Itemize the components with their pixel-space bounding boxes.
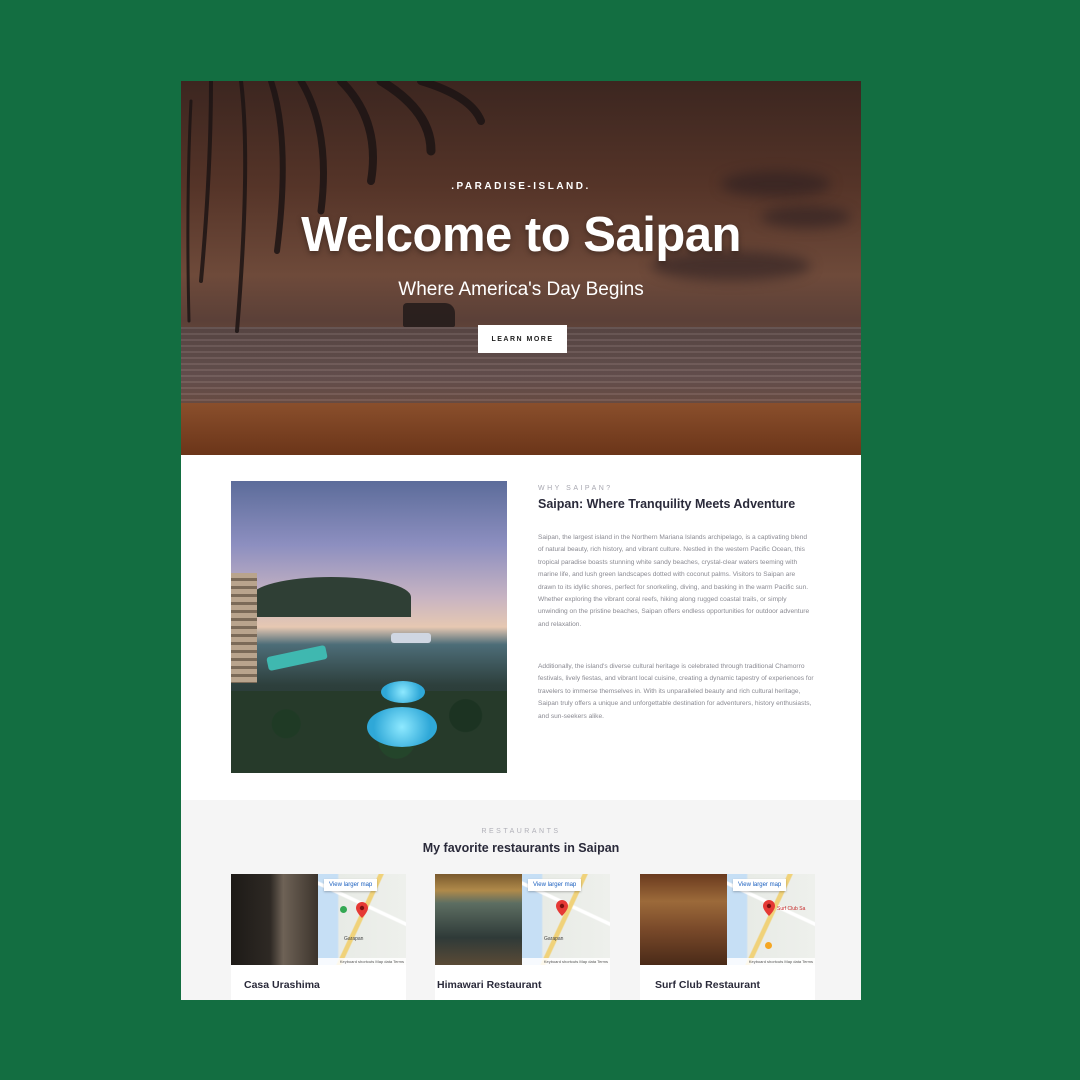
restaurant-name[interactable]: Himawari Restaurant bbox=[437, 979, 541, 991]
map-footer: Keyboard shortcuts Map data Terms bbox=[727, 958, 815, 965]
restaurant-photo bbox=[231, 874, 318, 965]
about-eyebrow: WHY SAIPAN? bbox=[538, 485, 613, 492]
view-larger-map-link[interactable]: View larger map bbox=[528, 879, 582, 891]
map-pin-icon[interactable] bbox=[356, 902, 368, 918]
page: .PARADISE-ISLAND. Welcome to Saipan Wher… bbox=[181, 81, 861, 1000]
map-pin-icon[interactable] bbox=[763, 900, 775, 916]
about-title: Saipan: Where Tranquility Meets Adventur… bbox=[538, 497, 796, 511]
map-pin-icon[interactable] bbox=[556, 900, 568, 916]
restaurant-card: View larger map Surf Club Sa Keyboard sh… bbox=[640, 874, 815, 1000]
restaurant-map[interactable]: View larger map Garapan Keyboard shortcu… bbox=[522, 874, 610, 965]
map-place-label: Garapan bbox=[544, 936, 564, 942]
restaurants-eyebrow: RESTAURANTS bbox=[481, 828, 561, 835]
hero-eyebrow: .PARADISE-ISLAND. bbox=[451, 181, 591, 192]
resort-aerial-photo bbox=[231, 481, 507, 773]
about-paragraph-2: Additionally, the island's diverse cultu… bbox=[538, 663, 814, 720]
restaurant-name[interactable]: Surf Club Restaurant bbox=[655, 979, 760, 991]
restaurant-map[interactable]: View larger map Garapan Keyboard shortcu… bbox=[318, 874, 406, 965]
restaurant-card: View larger map Garapan Keyboard shortcu… bbox=[231, 874, 406, 1000]
restaurant-card: View larger map Garapan Keyboard shortcu… bbox=[435, 874, 610, 1000]
learn-more-button[interactable]: LEARN MORE bbox=[478, 325, 567, 353]
restaurant-map[interactable]: View larger map Surf Club Sa Keyboard sh… bbox=[727, 874, 815, 965]
restaurant-photo bbox=[435, 874, 522, 965]
hero-section: .PARADISE-ISLAND. Welcome to Saipan Wher… bbox=[181, 81, 861, 455]
map-marker-icon bbox=[340, 906, 347, 913]
restaurants-section: RESTAURANTS My favorite restaurants in S… bbox=[181, 800, 861, 1000]
map-footer: Keyboard shortcuts Map data Terms bbox=[318, 958, 406, 965]
restaurant-name[interactable]: Casa Urashima bbox=[244, 979, 320, 991]
view-larger-map-link[interactable]: View larger map bbox=[733, 879, 787, 891]
hero-title: Welcome to Saipan bbox=[301, 208, 741, 262]
hero-subtitle: Where America's Day Begins bbox=[398, 279, 644, 300]
map-place-label: Surf Club Sa bbox=[777, 906, 806, 912]
hotel-tower bbox=[231, 573, 257, 683]
roof bbox=[266, 644, 328, 672]
map-footer: Keyboard shortcuts Map data Terms bbox=[522, 958, 610, 965]
hero-content: .PARADISE-ISLAND. Welcome to Saipan Wher… bbox=[181, 81, 861, 455]
view-larger-map-link[interactable]: View larger map bbox=[324, 879, 378, 891]
pool bbox=[367, 707, 437, 747]
pool bbox=[381, 681, 425, 703]
restaurants-title: My favorite restaurants in Saipan bbox=[422, 841, 620, 855]
hill bbox=[251, 577, 411, 617]
roof bbox=[391, 633, 431, 643]
about-paragraph-1: Saipan, the largest island in the Northe… bbox=[538, 534, 810, 628]
restaurant-photo bbox=[640, 874, 727, 965]
map-place-label: Garapan bbox=[344, 936, 364, 942]
map-marker-icon bbox=[765, 942, 772, 949]
